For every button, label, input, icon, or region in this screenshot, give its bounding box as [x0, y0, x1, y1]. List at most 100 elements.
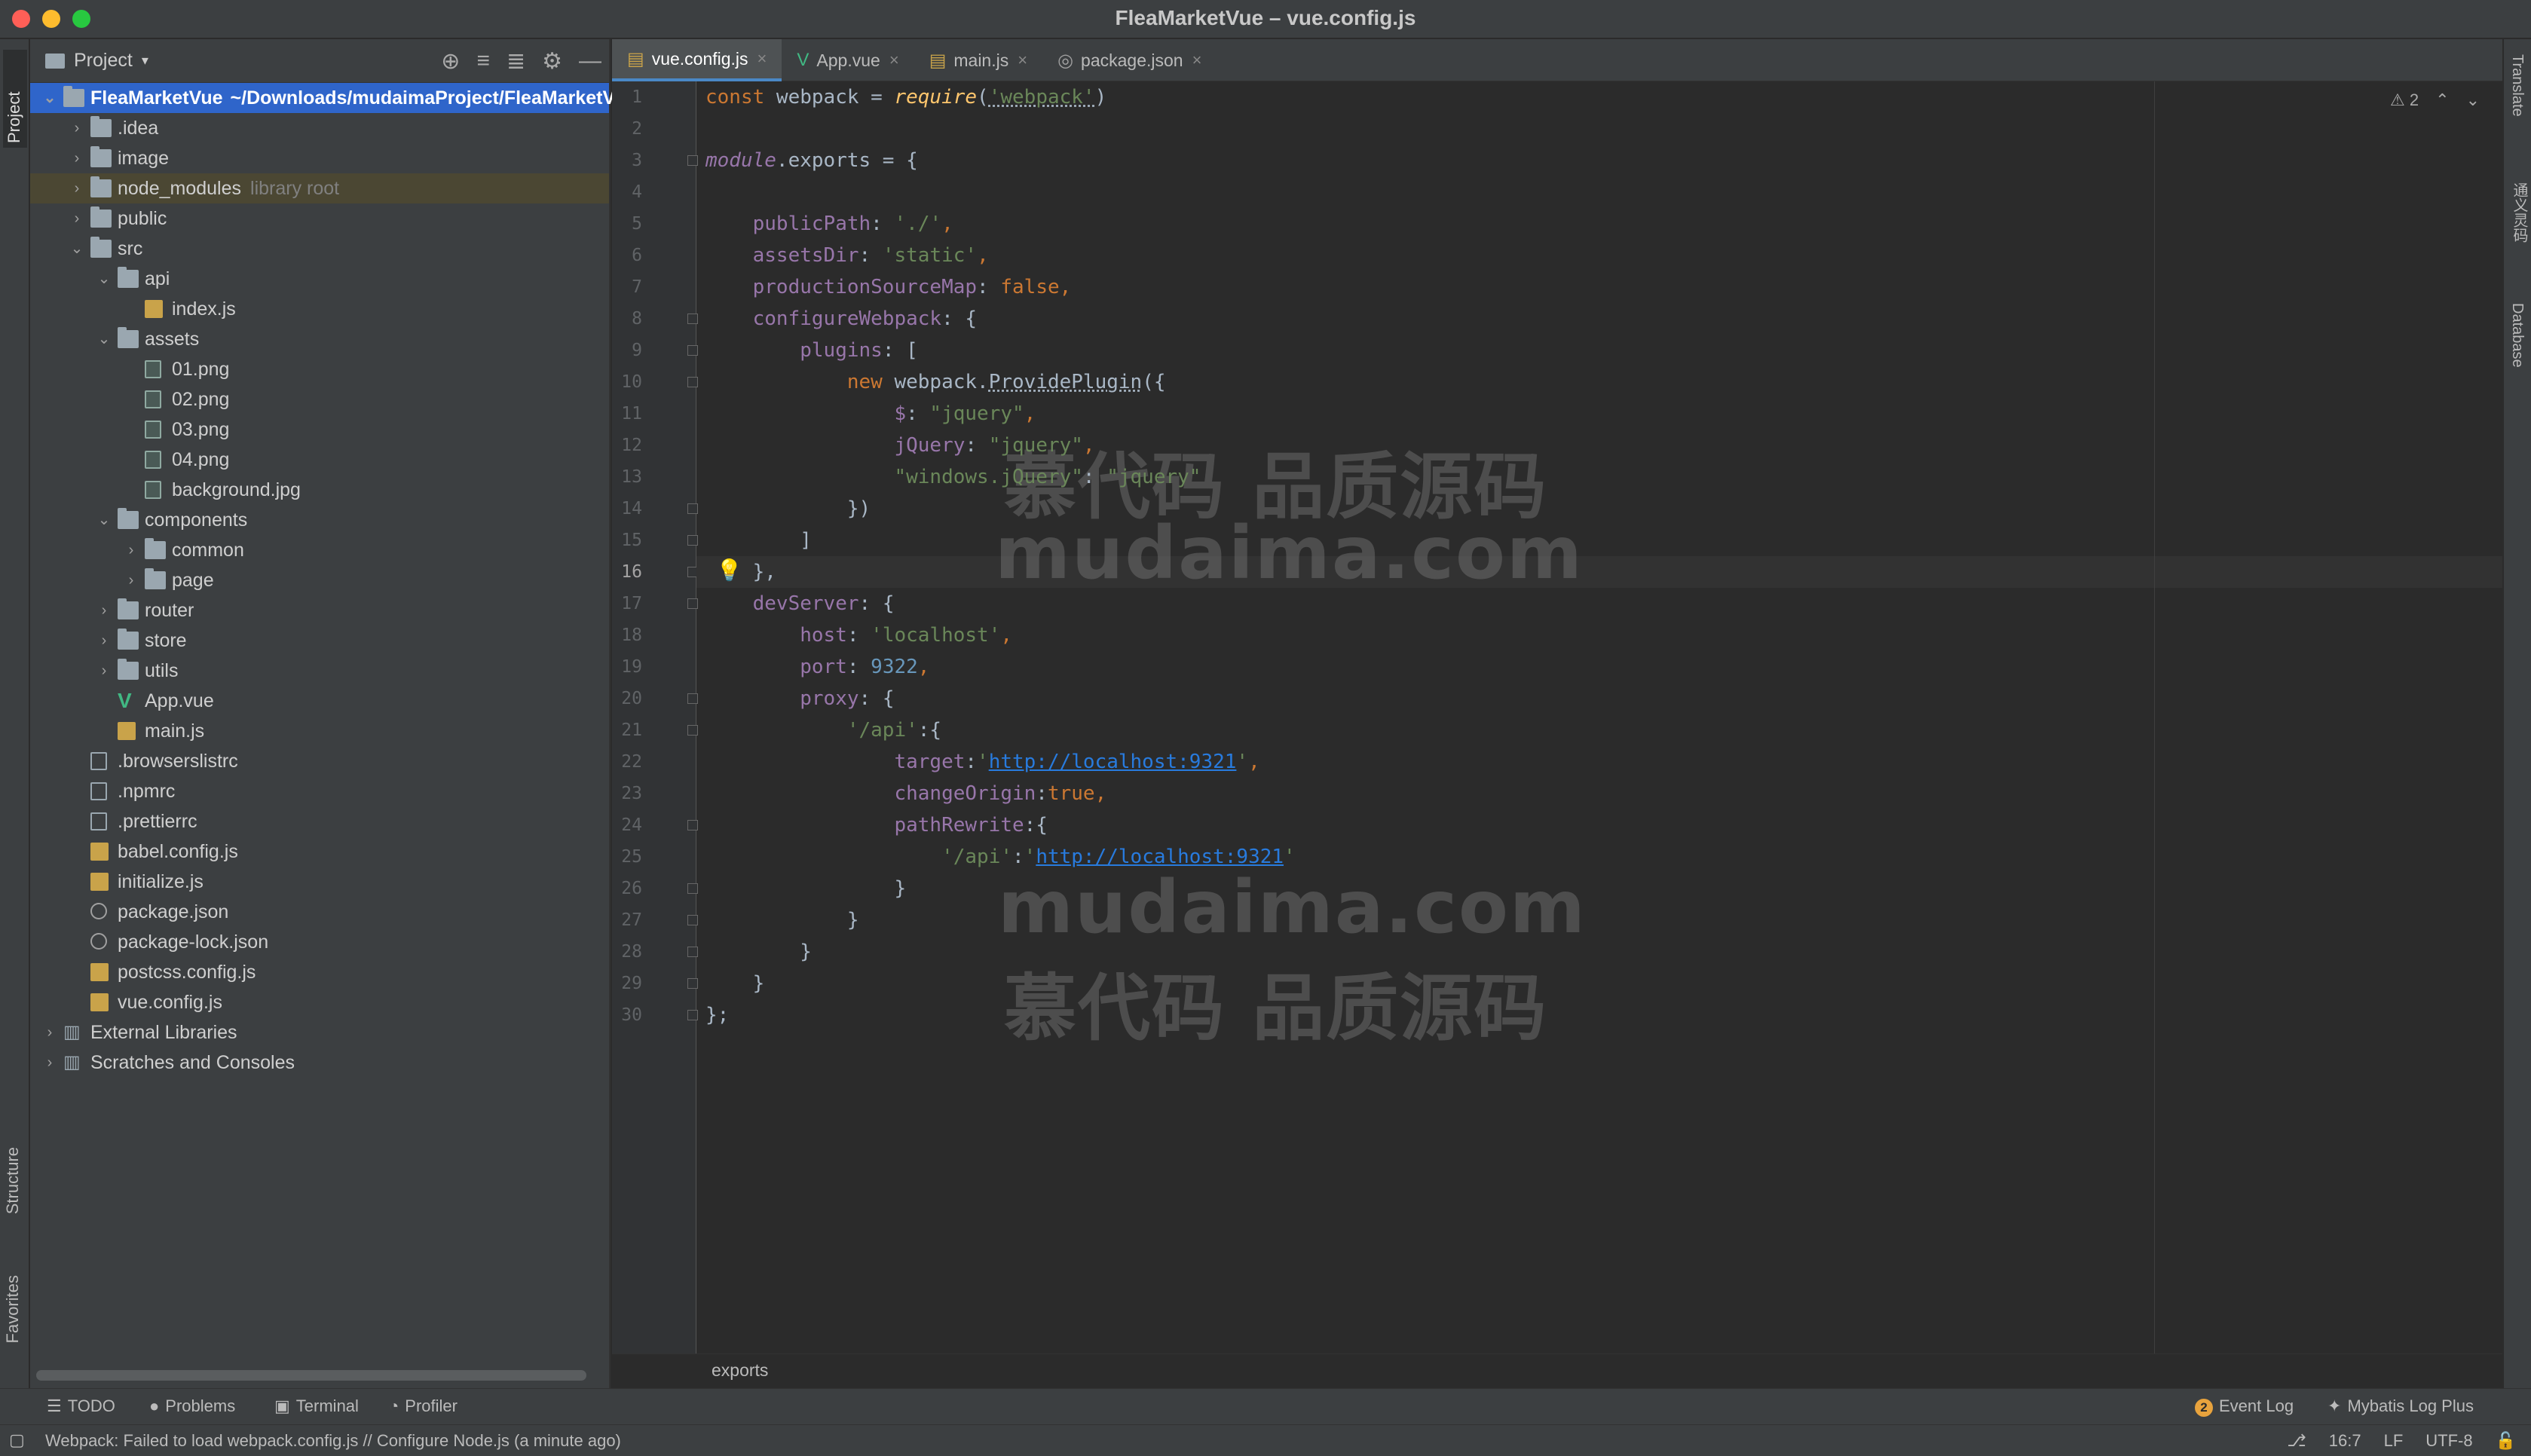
breadcrumb-item[interactable]: exports — [712, 1360, 768, 1381]
fold-marker-icon[interactable] — [687, 503, 698, 514]
chevron-right-icon[interactable]: › — [68, 143, 86, 173]
code-line[interactable]: const webpack = require('webpack') — [705, 81, 1106, 113]
tree-item[interactable]: 02.png — [30, 384, 609, 414]
tree-item[interactable]: 03.png — [30, 414, 609, 445]
line-number[interactable]: 26 — [612, 879, 642, 898]
tree-item[interactable]: babel.config.js — [30, 837, 609, 867]
lock-icon[interactable]: 🔓 — [2496, 1431, 2516, 1451]
chevron-down-icon[interactable]: ⌄ — [68, 234, 86, 264]
file-encoding[interactable]: UTF-8 — [2425, 1431, 2472, 1451]
tree-item[interactable]: index.js — [30, 294, 609, 324]
tree-item[interactable]: postcss.config.js — [30, 957, 609, 987]
tree-item[interactable]: 01.png — [30, 354, 609, 384]
code-editor[interactable]: 1 2 3 4 5 6 7 8 9 10 11 12 13 14 15 16 17 18 19 20 21 22 23 24 2… — [612, 81, 2502, 1354]
chevron-right-icon[interactable]: › — [95, 595, 113, 626]
line-number[interactable]: 19 — [612, 657, 642, 677]
code-line[interactable]: pathRewrite:{ — [705, 809, 1048, 841]
chevron-down-icon[interactable]: ▾ — [142, 53, 148, 69]
code-line[interactable]: ] — [705, 525, 812, 556]
code-line[interactable]: proxy: { — [705, 683, 894, 714]
tree-item[interactable]: background.jpg — [30, 475, 609, 505]
code-line[interactable]: target:'http://localhost:9321', — [705, 746, 1259, 778]
code-line[interactable]: }, — [705, 556, 776, 588]
code-line[interactable]: '/api':'http://localhost:9321' — [705, 841, 1296, 873]
project-scrollbar[interactable] — [36, 1370, 586, 1381]
tree-item[interactable]: › image — [30, 143, 609, 173]
tongyi-tool-tab[interactable]: 通义灵码 — [2508, 182, 2530, 243]
todo-tool-button[interactable]: ☰ TODO — [47, 1396, 115, 1416]
code-line[interactable]: '/api':{ — [705, 714, 941, 746]
chevron-right-icon[interactable]: › — [122, 565, 140, 595]
tree-item[interactable]: › ▥ Scratches and Consoles — [30, 1048, 609, 1078]
chevron-down-icon[interactable]: ⌄ — [41, 83, 59, 113]
line-separator[interactable]: LF — [2384, 1431, 2404, 1451]
tree-item[interactable]: ⌄ assets — [30, 324, 609, 354]
fold-marker-icon[interactable] — [687, 947, 698, 957]
editor-tab[interactable]: ▤ main.js × — [914, 39, 1042, 81]
code-line[interactable]: jQuery: "jquery", — [705, 430, 1094, 461]
line-number[interactable]: 11 — [612, 404, 642, 424]
fold-marker-icon[interactable] — [687, 377, 698, 387]
close-icon[interactable]: × — [889, 50, 899, 70]
line-number[interactable]: 12 — [612, 436, 642, 455]
line-number[interactable]: 27 — [612, 910, 642, 930]
chevron-right-icon[interactable]: › — [68, 113, 86, 143]
status-message[interactable]: Webpack: Failed to load webpack.config.j… — [45, 1431, 621, 1451]
tree-item[interactable]: ⌄ FleaMarketVue ~/Downloads/mudaimaProject… — [30, 83, 636, 113]
fold-marker-icon[interactable] — [687, 820, 698, 830]
code-line[interactable]: host: 'localhost', — [705, 619, 1012, 651]
chevron-right-icon[interactable]: › — [41, 1017, 59, 1048]
line-number[interactable]: 14 — [612, 499, 642, 518]
caret-position[interactable]: 16:7 — [2329, 1431, 2361, 1451]
gear-icon[interactable]: ⚙ — [542, 48, 562, 75]
chevron-down-icon[interactable]: ⌄ — [95, 505, 113, 535]
line-number[interactable]: 13 — [612, 467, 642, 487]
line-number[interactable]: 3 — [612, 151, 642, 170]
line-number[interactable]: 29 — [612, 974, 642, 993]
tree-item[interactable]: initialize.js — [30, 867, 609, 897]
line-number[interactable]: 10 — [612, 372, 642, 392]
chevron-down-icon[interactable]: ⌄ — [95, 324, 113, 354]
git-icon[interactable]: ⎇ — [2287, 1431, 2306, 1451]
fold-marker-icon[interactable] — [687, 345, 698, 356]
line-number[interactable]: 20 — [612, 689, 642, 708]
code-line[interactable]: assetsDir: 'static', — [705, 240, 989, 271]
tree-item[interactable]: › store — [30, 626, 609, 656]
tree-item[interactable]: › common — [30, 535, 609, 565]
tree-item[interactable]: › router — [30, 595, 609, 626]
code-line[interactable]: $: "jquery", — [705, 398, 1036, 430]
panel-toggle-icon[interactable]: ▢ — [9, 1431, 25, 1450]
tree-item[interactable]: ⌄ src — [30, 234, 609, 264]
fold-marker-icon[interactable] — [687, 535, 698, 546]
tree-item[interactable]: › page — [30, 565, 609, 595]
chevron-down-icon[interactable]: ⌄ — [95, 264, 113, 294]
code-line[interactable]: configureWebpack: { — [705, 303, 977, 335]
chevron-down-icon[interactable]: ⌄ — [2466, 90, 2480, 110]
fold-marker-icon[interactable] — [687, 693, 698, 704]
code-line[interactable]: devServer: { — [705, 588, 895, 619]
inspection-widget[interactable]: ⚠ 2 ⌃ ⌄ — [2390, 90, 2480, 110]
code-line[interactable]: productionSourceMap: false, — [705, 271, 1072, 303]
tree-item[interactable]: .browserslistrc — [30, 746, 609, 776]
line-number[interactable]: 17 — [612, 594, 642, 613]
line-number[interactable]: 8 — [612, 309, 642, 329]
code-line[interactable]: module.exports = { — [705, 145, 918, 176]
code-line[interactable]: } — [705, 873, 906, 904]
project-view-selector[interactable]: Project — [74, 50, 133, 72]
code-line[interactable]: } — [705, 968, 765, 999]
chevron-right-icon[interactable]: › — [68, 173, 86, 203]
line-number[interactable]: 5 — [612, 214, 642, 234]
structure-tool-tab[interactable]: Structure — [3, 1147, 23, 1214]
close-icon[interactable]: × — [1192, 50, 1202, 70]
locate-icon[interactable]: ⊕ — [441, 48, 460, 75]
code-line[interactable]: new webpack.ProvidePlugin({ — [705, 366, 1166, 398]
terminal-tool-button[interactable]: ▣ Terminal — [274, 1396, 359, 1416]
mybatis-log-button[interactable]: ✦ Mybatis Log Plus — [2327, 1396, 2474, 1416]
code-line[interactable]: "windows.jQuery": "jquery" — [705, 461, 1201, 493]
line-number[interactable]: 2 — [612, 119, 642, 139]
fold-marker-icon[interactable] — [687, 1010, 698, 1020]
line-number[interactable]: 30 — [612, 1005, 642, 1025]
tree-item[interactable]: ⌄ components — [30, 505, 609, 535]
editor-gutter[interactable]: 1 2 3 4 5 6 7 8 9 10 11 12 13 14 15 16 17 18 19 20 21 22 23 24 2… — [612, 81, 698, 1354]
code-line[interactable]: port: 9322, — [705, 651, 929, 683]
